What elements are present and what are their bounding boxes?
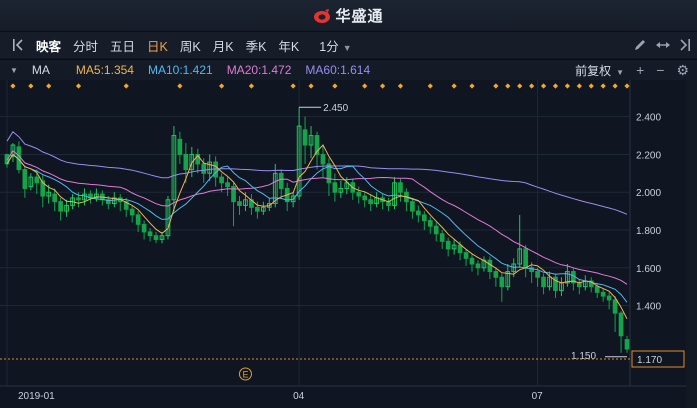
tab-stock-name[interactable]: 映客 — [30, 36, 67, 55]
x-tick-label: 07 — [532, 391, 544, 402]
candle-body — [362, 195, 368, 201]
high-price-label: 2.450 — [323, 103, 348, 114]
candle-body — [153, 235, 159, 240]
candle-body — [278, 172, 284, 189]
candle-body — [475, 263, 481, 269]
tab-weekly-k[interactable]: 周K — [174, 36, 207, 55]
y-tick-label: 2.000 — [636, 188, 661, 199]
candle-body — [34, 176, 40, 184]
candle-body — [398, 182, 403, 193]
candle-body — [58, 201, 63, 212]
candle-body — [135, 214, 141, 225]
candle-body — [255, 206, 260, 212]
y-tick-label: 1.800 — [636, 226, 661, 237]
candle-body — [445, 240, 451, 250]
last-price-label: 1.170 — [637, 355, 662, 366]
y-tick-label: 2.200 — [636, 150, 661, 161]
candle-body — [129, 208, 135, 216]
candle-body — [225, 182, 230, 188]
period-toolbar: 映客 分时 五日 日K 周K 月K 季K 年K 1分 ▼ — [0, 32, 697, 58]
chevron-down-icon: ▼ — [342, 42, 352, 53]
candle-body — [439, 233, 445, 242]
logo-icon — [314, 8, 331, 23]
candle-body — [302, 129, 308, 146]
chevron-down-icon: ▼ — [616, 67, 625, 77]
candle-body — [576, 282, 582, 288]
ma20-value: MA20:1.472 — [226, 63, 292, 77]
tab-quarterly-k[interactable]: 季K — [240, 36, 273, 55]
ma10-value: MA10:1.421 — [147, 63, 213, 77]
y-tick-label: 2.400 — [636, 113, 661, 124]
y-tick-label: 1.400 — [636, 302, 661, 313]
minus-icon[interactable]: − — [656, 62, 664, 78]
tab-monthly-k[interactable]: 月K — [207, 36, 240, 55]
candle-body — [535, 271, 540, 278]
indicator-bar: ▼ MA MA5:1.354 MA10:1.421 MA20:1.472 MA6… — [0, 59, 697, 80]
indicator-name[interactable]: MA — [32, 63, 50, 77]
app-logo: 华盛通 — [313, 5, 383, 26]
candle-body — [201, 163, 207, 174]
collapse-left-icon[interactable] — [12, 38, 24, 52]
candle-body — [332, 182, 338, 193]
add-indicator-icon[interactable]: + — [636, 62, 644, 78]
x-tick-label: 2019-01 — [18, 391, 55, 402]
low-price-label: 1.150 — [571, 351, 596, 362]
ma60-value: MA60:1.614 — [305, 63, 371, 77]
candle-body — [141, 223, 147, 233]
candle-body — [183, 153, 189, 171]
minute-period-label: 1分 — [319, 39, 339, 54]
candle-body — [368, 199, 374, 205]
tab-five-day[interactable]: 五日 — [104, 36, 141, 55]
candle-body — [421, 214, 427, 222]
ma5-value: MA5:1.354 — [75, 63, 134, 77]
settings-gear-icon[interactable]: ⚙ — [676, 62, 689, 79]
kline-chart[interactable]: 2.400 2.200 2.000 1.800 1.600 1.400 2019-01 04… — [0, 80, 686, 408]
y-tick-label: 1.600 — [636, 264, 661, 275]
candle-body — [457, 244, 463, 254]
candle-body — [606, 295, 612, 301]
candle-body — [427, 220, 433, 227]
candle-body — [433, 225, 439, 235]
indicator-actions: 前复权 ▼ + − ⚙ — [575, 60, 689, 80]
candle-body — [600, 291, 606, 297]
toolbar-actions — [633, 32, 691, 58]
candle-body — [487, 259, 493, 273]
candle-body — [356, 191, 362, 197]
candle-body — [612, 299, 618, 314]
x-tick-label: 04 — [293, 391, 305, 402]
candle-body — [52, 193, 58, 203]
expand-arrows-icon[interactable] — [655, 39, 671, 51]
candle-body — [541, 276, 546, 288]
title-bar: 华盛通 — [0, 0, 697, 32]
collapse-right-icon[interactable] — [679, 38, 691, 52]
earnings-event-label: E — [242, 370, 248, 380]
app-title: 华盛通 — [335, 8, 384, 25]
candle-body — [523, 248, 529, 269]
minute-period-dropdown[interactable]: 1分 ▼ — [313, 36, 357, 55]
candle-body — [463, 252, 469, 259]
draw-pen-icon[interactable] — [633, 38, 647, 52]
adjust-label: 前复权 — [575, 63, 612, 78]
candle-body — [416, 210, 421, 216]
candle-body — [618, 312, 624, 337]
candle-body — [624, 339, 630, 350]
tab-daily-k[interactable]: 日K — [141, 36, 174, 55]
candle-body — [22, 169, 28, 189]
candle-body — [177, 138, 183, 155]
candle-body — [493, 271, 499, 278]
indicator-collapse-icon[interactable]: ▼ — [10, 66, 18, 75]
tab-yearly-k[interactable]: 年K — [272, 36, 305, 55]
candle-body — [237, 201, 242, 206]
candle-body — [499, 276, 505, 288]
adjust-dropdown[interactable]: 前复权 ▼ — [575, 62, 624, 79]
tab-intraday[interactable]: 分时 — [67, 36, 104, 55]
candle-body — [219, 176, 224, 184]
candle-body — [410, 201, 415, 212]
right-side-panel — [686, 80, 697, 408]
candle-body — [469, 257, 475, 265]
candle-body — [147, 231, 153, 237]
candle-body — [76, 197, 81, 201]
candle-body — [320, 153, 326, 165]
candle-body — [594, 286, 600, 293]
